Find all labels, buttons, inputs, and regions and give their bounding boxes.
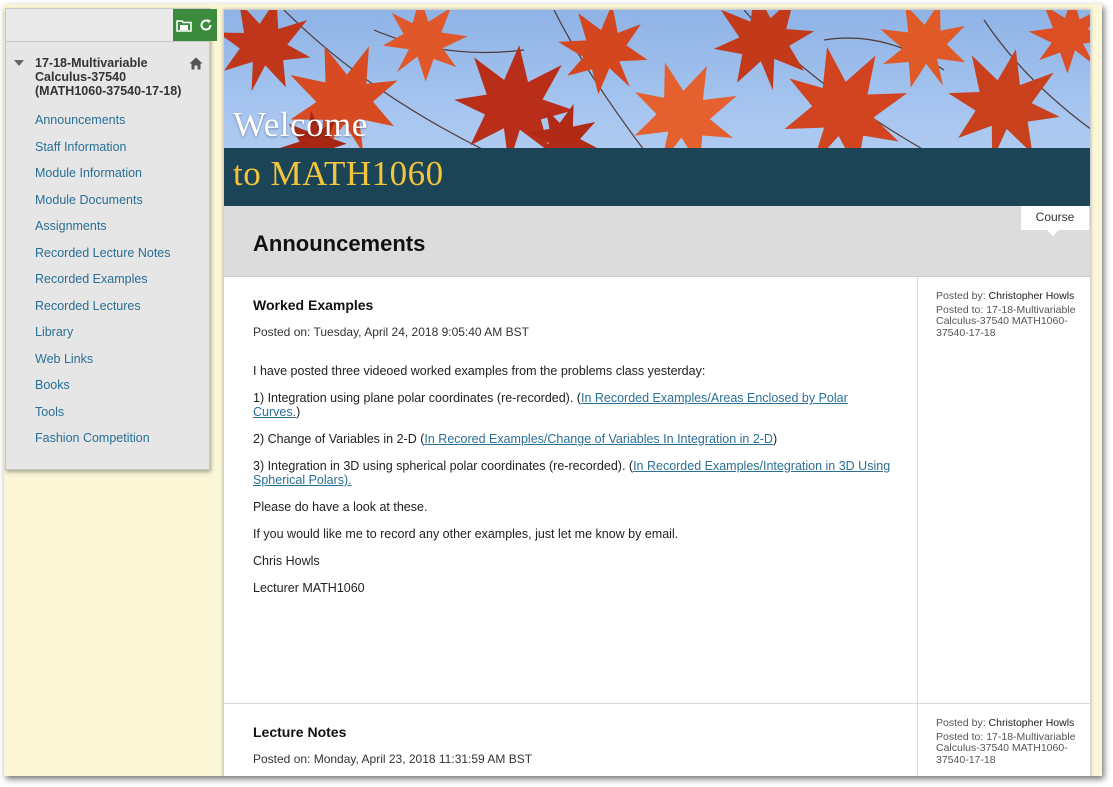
posted-by-name: Christopher Howls xyxy=(988,717,1075,729)
announcement-title: Lecture Notes xyxy=(253,724,347,740)
item-1-text: 1) Integration using plane polar coordin… xyxy=(253,391,581,405)
folder-icon[interactable] xyxy=(173,14,195,36)
course-title-text: 17-18-Multivariable Calculus-37540 (MATH… xyxy=(35,56,182,98)
banner-course-code-text: to MATH1060 xyxy=(233,154,444,193)
posted-by-name: Christopher Howls xyxy=(988,290,1075,302)
menu-item-fashion-competition[interactable]: Fashion Competition xyxy=(6,430,209,457)
announcement-item-1: 1) Integration using plane polar coordin… xyxy=(253,391,893,419)
menu-item-web-links[interactable]: Web Links xyxy=(6,351,209,378)
item-3-text: 3) Integration in 3D using spherical pol… xyxy=(253,459,634,473)
menu-item-module-documents[interactable]: Module Documents xyxy=(6,192,209,219)
announcement-meta: Posted by: Christopher Howls Posted to: … xyxy=(936,717,1086,766)
announcement-item: Lecture Notes Posted on: Monday, April 2… xyxy=(224,704,1090,776)
screenshot-frame: 17-18-Multivariable Calculus-37540 (MATH… xyxy=(4,4,1102,776)
menu-item-module-information[interactable]: Module Information xyxy=(6,165,209,192)
course-menu: 17-18-Multivariable Calculus-37540 (MATH… xyxy=(5,8,217,470)
announcement-meta: Posted by: Christopher Howls Posted to: … xyxy=(936,290,1086,339)
banner-welcome-text: Welcome xyxy=(233,105,368,144)
page-title: Announcements xyxy=(253,231,426,256)
course-menu-toolbar xyxy=(6,9,217,42)
menu-item-staff-information[interactable]: Staff Information xyxy=(6,139,209,166)
posted-by: Posted by: Christopher Howls xyxy=(936,290,1086,303)
announcement-signature-role: Lecturer MATH1060 xyxy=(253,581,365,595)
announcement-outro-2: If you would like me to record any other… xyxy=(253,527,679,541)
posted-to: Posted to: 17-18-Multivariable Calculus-… xyxy=(936,730,1076,766)
posted-by: Posted by: Christopher Howls xyxy=(936,717,1086,730)
item-2-text: 2) Change of Variables in 2-D ( xyxy=(253,432,425,446)
posted-by-label: Posted by: xyxy=(936,717,989,729)
course-banner: Welcome to MATH1060 xyxy=(224,10,1090,206)
item-2-close: ) xyxy=(772,432,778,446)
item-1-close: ) xyxy=(296,405,301,419)
menu-item-recorded-examples[interactable]: Recorded Examples xyxy=(6,271,209,298)
menu-item-tools[interactable]: Tools xyxy=(6,404,209,431)
announcement-intro: I have posted three videoed worked examp… xyxy=(253,364,706,378)
main-content: Welcome to MATH1060 Announcements Course… xyxy=(223,9,1091,776)
menu-item-recorded-lectures[interactable]: Recorded Lectures xyxy=(6,298,209,325)
announcement-text: I have posted three videoed worked examp… xyxy=(253,364,893,595)
announcement-outro-1: Please do have a look at these. xyxy=(253,500,428,514)
posted-to: Posted to: 17-18-Multivariable Calculus-… xyxy=(936,303,1076,339)
announcement-item-2: 2) Change of Variables in 2-D (In Recore… xyxy=(253,432,893,446)
menu-item-library[interactable]: Library xyxy=(6,324,209,351)
course-title[interactable]: 17-18-Multivariable Calculus-37540 (MATH… xyxy=(6,42,209,98)
announcement-date: Posted on: Monday, April 23, 2018 11:31:… xyxy=(253,752,533,766)
course-menu-tools xyxy=(173,9,217,41)
menu-item-recorded-lecture-notes[interactable]: Recorded Lecture Notes xyxy=(6,245,209,272)
announcement-body: Lecture Notes Posted on: Monday, April 2… xyxy=(224,704,918,776)
menu-item-announcements[interactable]: Announcements xyxy=(6,112,209,139)
collapse-caret-icon[interactable] xyxy=(14,60,24,66)
item-2-link[interactable]: In Recored Examples/Change of Variables … xyxy=(424,432,773,446)
refresh-icon[interactable] xyxy=(195,14,217,36)
course-menu-search-input[interactable] xyxy=(6,9,173,41)
announcement-body: Worked Examples Posted on: Tuesday, Apri… xyxy=(224,277,918,703)
announcement-title: Worked Examples xyxy=(253,297,374,313)
page-header: Announcements Course xyxy=(224,206,1090,277)
announcement-item: Worked Examples Posted on: Tuesday, Apri… xyxy=(224,277,1090,704)
course-tab[interactable]: Course xyxy=(1021,206,1089,236)
course-menu-items: Announcements Staff Information Module I… xyxy=(6,112,209,457)
announcement-signature-name: Chris Howls xyxy=(253,554,320,568)
home-icon[interactable] xyxy=(189,57,203,73)
announcement-item-3: 3) Integration in 3D using spherical pol… xyxy=(253,459,893,487)
announcement-date: Posted on: Tuesday, April 24, 2018 9:05:… xyxy=(253,325,529,339)
menu-item-assignments[interactable]: Assignments xyxy=(6,218,209,245)
posted-by-label: Posted by: xyxy=(936,290,989,302)
menu-item-books[interactable]: Books xyxy=(6,377,209,404)
